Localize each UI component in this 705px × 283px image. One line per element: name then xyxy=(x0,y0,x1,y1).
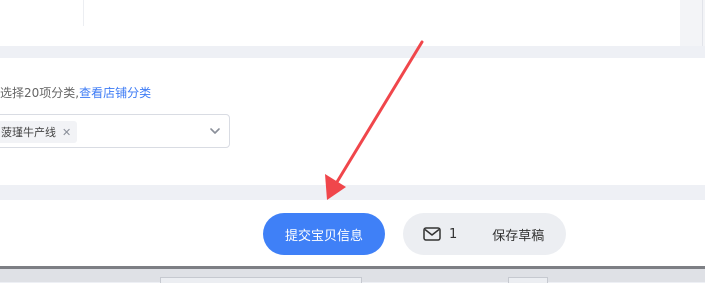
submit-item-button[interactable]: 提交宝贝信息 xyxy=(263,213,385,255)
save-draft-button[interactable]: 保存草稿 xyxy=(492,225,544,244)
taskbar-strip xyxy=(0,269,705,283)
scroll-track-line xyxy=(702,0,703,46)
selected-category-tag: 菠瑾牛产线 ✕ xyxy=(0,121,78,143)
category-hint-text: 选择20项分类, xyxy=(0,86,80,100)
bottom-action-bar: 提交宝贝信息 1 保存草稿 xyxy=(0,200,705,266)
category-hint: 选择20项分类,查看店铺分类 xyxy=(0,85,151,101)
selected-category-label: 菠瑾牛产线 xyxy=(1,126,56,139)
close-icon[interactable]: ✕ xyxy=(62,126,71,139)
category-section: 选择20项分类,查看店铺分类 菠瑾牛产线 ✕ xyxy=(0,58,705,185)
shop-category-select[interactable]: 菠瑾牛产线 ✕ xyxy=(0,114,230,148)
draft-actions-group: 1 保存草稿 xyxy=(403,213,566,255)
top-form-card xyxy=(0,0,680,46)
view-shop-categories-link[interactable]: 查看店铺分类 xyxy=(79,86,151,100)
mail-icon[interactable] xyxy=(423,227,441,241)
taskbar-item xyxy=(508,277,548,283)
card-divider xyxy=(83,0,84,26)
right-scroll-area xyxy=(680,0,705,46)
taskbar-item xyxy=(160,277,362,283)
chevron-down-icon[interactable] xyxy=(209,125,221,137)
message-count: 1 xyxy=(449,226,458,242)
